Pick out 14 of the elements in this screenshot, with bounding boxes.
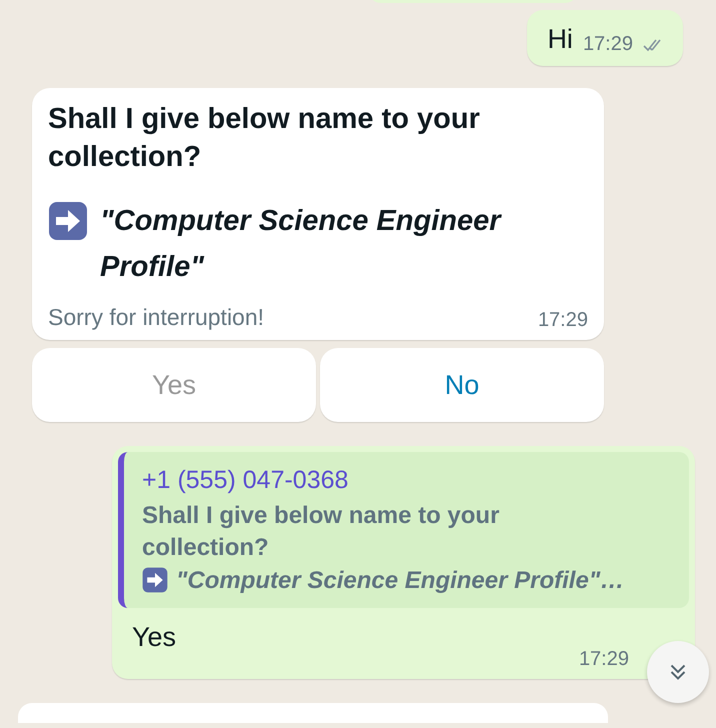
quoted-sender: +1 (555) 047-0368: [142, 465, 350, 496]
message-time: 17:29: [582, 33, 633, 56]
message-footer: Sorry for interruption!: [48, 302, 264, 332]
message-time: 17:29: [538, 309, 588, 332]
message-text: Yes: [131, 621, 178, 654]
message-time: 17:29: [578, 648, 629, 671]
scroll-down-button[interactable]: [647, 641, 709, 703]
quoted-text: Shall I give below name to your collection?: [142, 501, 500, 563]
message-text: "Computer Science Engineer Profile": [100, 204, 503, 285]
quoted-text: "Computer Science Engineer Profile"…: [176, 567, 624, 594]
quoted-message[interactable]: +1 (555) 047-0368 Shall I give below name to your collection? "Computer Science Engineer Profile"…: [118, 452, 689, 608]
message-title: Shall I give below name to your collection?: [48, 102, 481, 175]
reply-button[interactable]: No: [320, 348, 604, 422]
message-text: Hi: [547, 23, 573, 56]
